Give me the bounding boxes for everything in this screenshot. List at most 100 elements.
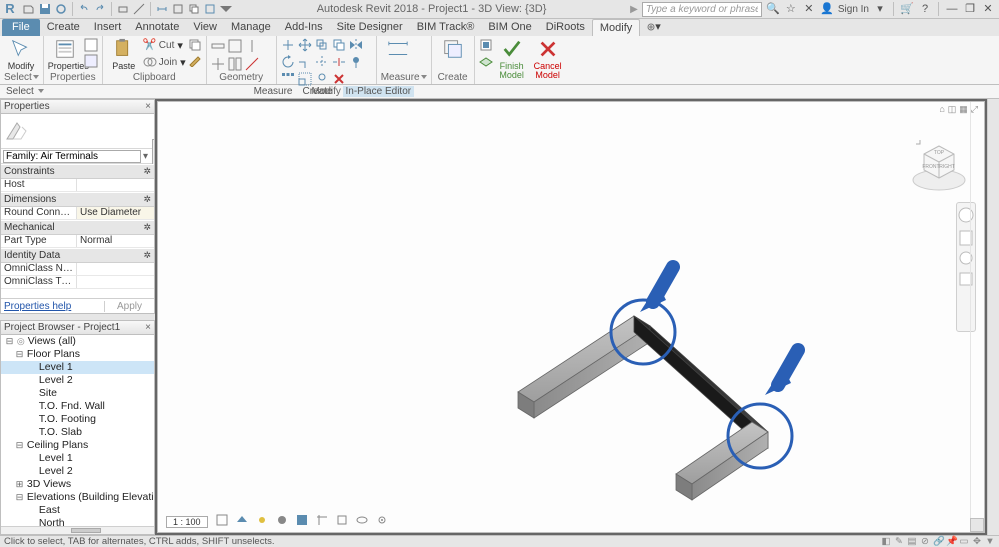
prop-row[interactable]: OmniClass Title — [1, 276, 154, 289]
tree-node[interactable]: T.O. Slab — [1, 426, 154, 439]
search-input[interactable] — [642, 2, 762, 17]
tab-manage[interactable]: Manage — [224, 19, 278, 36]
wall-join-icon[interactable] — [211, 57, 225, 71]
demolish-icon[interactable] — [245, 57, 259, 71]
tab-bimtrack[interactable]: BIM Track® — [410, 19, 482, 36]
qat-measure-icon[interactable] — [132, 2, 146, 16]
prop-group[interactable]: Identity Data✲ — [1, 248, 154, 263]
minimize-icon[interactable]: — — [945, 2, 959, 16]
split-element-icon[interactable] — [332, 55, 346, 69]
properties-apply-button[interactable]: Apply — [104, 301, 154, 312]
canvas-vscrollbar[interactable] — [970, 102, 984, 518]
signin-drop-icon[interactable]: ▾ — [873, 2, 887, 16]
prop-group[interactable]: Constraints✲ — [1, 164, 154, 179]
tab-bimone[interactable]: BIM One — [481, 19, 538, 36]
prop-row[interactable]: Part TypeNormal — [1, 235, 154, 248]
qat-thin-icon[interactable] — [171, 2, 185, 16]
viewcube[interactable]: TOP FRONT RIGHT — [908, 132, 970, 194]
tree-node[interactable]: Level 1 — [1, 361, 154, 374]
qat-drop-icon[interactable] — [219, 2, 233, 16]
tab-diroots[interactable]: DiRoots — [539, 19, 592, 36]
visibility-icon[interactable] — [479, 38, 493, 52]
cancel-model-button[interactable]: Cancel Model — [531, 37, 565, 80]
uncope-icon[interactable] — [228, 39, 242, 53]
tab-sitedesigner[interactable]: Site Designer — [330, 19, 410, 36]
close-icon[interactable]: ✕ — [981, 2, 995, 16]
prop-row[interactable]: Host — [1, 179, 154, 192]
qat-undo-icon[interactable] — [77, 2, 91, 16]
render-icon[interactable] — [296, 514, 308, 529]
beam-join-icon[interactable] — [228, 57, 242, 71]
tree-node[interactable]: Level 2 — [1, 374, 154, 387]
tab-addins[interactable]: Add-Ins — [278, 19, 330, 36]
tree-node[interactable]: North — [1, 517, 154, 526]
family-types-icon[interactable] — [84, 54, 98, 68]
qat-dims-icon[interactable] — [155, 2, 169, 16]
tree-node[interactable]: East — [1, 504, 154, 517]
split-icon[interactable] — [245, 39, 259, 53]
exchange-icon[interactable]: ✕ — [802, 2, 816, 16]
workplane-icon[interactable] — [479, 53, 493, 67]
search-go-icon[interactable]: 🔍 — [766, 2, 780, 16]
tree-node[interactable]: ⊟ Floor Plans — [1, 348, 154, 361]
join-button[interactable]: Join▾ — [143, 55, 186, 69]
prop-row[interactable]: Round Connector Dim…Use Diameter — [1, 207, 154, 220]
status-design-options-icon[interactable]: ▤ — [907, 536, 917, 547]
status-worksets-icon[interactable]: ◧ — [881, 536, 891, 547]
pin-icon[interactable] — [349, 55, 363, 69]
match-icon[interactable] — [188, 53, 202, 67]
modify-button[interactable]: Modify — [4, 37, 38, 71]
cope-icon[interactable] — [211, 39, 225, 53]
view-cascade-icon[interactable]: ▦ — [959, 104, 968, 115]
trim-icon[interactable] — [298, 55, 312, 69]
temp-hide-icon[interactable] — [356, 514, 368, 529]
delete-icon[interactable] — [332, 72, 346, 86]
qat-save-icon[interactable] — [38, 2, 52, 16]
tab-annotate[interactable]: Annotate — [128, 19, 186, 36]
cut-button[interactable]: ✂️Cut▾ — [143, 38, 186, 52]
status-drag-icon[interactable]: ✥ — [972, 536, 982, 547]
visual-style-icon[interactable] — [236, 514, 248, 529]
tree-node[interactable]: Site — [1, 387, 154, 400]
qat-redo-icon[interactable] — [93, 2, 107, 16]
tree-node[interactable]: Level 1 — [1, 452, 154, 465]
qat-sync-icon[interactable] — [54, 2, 68, 16]
restore-icon[interactable]: ❐ — [963, 2, 977, 16]
trim-ext-icon[interactable] — [315, 55, 329, 69]
qat-print-icon[interactable] — [116, 2, 130, 16]
finish-model-button[interactable]: Finish Model — [495, 37, 529, 80]
status-editable-icon[interactable]: ✎ — [894, 536, 904, 547]
view-tile-icon[interactable]: ◫ — [948, 104, 957, 115]
status-excluded-icon[interactable]: ⊘ — [920, 536, 930, 547]
drawing-canvas[interactable]: ⌂ ◫ ▦ ⤢ TOP FRONT RIGHT — [157, 101, 985, 533]
project-browser-title[interactable]: Project Browser - Project1 × — [0, 320, 155, 335]
properties-button[interactable]: Properties — [48, 37, 82, 71]
project-browser-close-icon[interactable]: × — [145, 322, 151, 333]
scale-icon[interactable] — [298, 72, 312, 86]
copy-icon[interactable] — [188, 38, 202, 52]
signin-icon[interactable]: 👤 — [820, 2, 834, 16]
tree-node[interactable]: ⊟ Ceiling Plans — [1, 439, 154, 452]
crop-visible-icon[interactable] — [336, 514, 348, 529]
detail-level-icon[interactable] — [216, 514, 228, 529]
status-filter-icon[interactable]: ▼ — [985, 536, 995, 547]
tab-create[interactable]: Create — [40, 19, 87, 36]
array-icon[interactable] — [281, 72, 295, 86]
prop-group[interactable]: Dimensions✲ — [1, 192, 154, 207]
status-select-face-icon[interactable]: ▭ — [959, 536, 969, 547]
tab-modify[interactable]: Modify — [592, 19, 640, 36]
copy-tool-icon[interactable] — [332, 38, 346, 52]
sun-path-icon[interactable] — [256, 514, 268, 529]
tree-node[interactable]: ⊟ Elevations (Building Elevation) — [1, 491, 154, 504]
tab-view[interactable]: View — [186, 19, 224, 36]
tree-node[interactable]: ⊟ ◎ Views (all) — [1, 335, 154, 348]
tab-file[interactable]: File — [2, 19, 40, 36]
paste-button[interactable]: Paste — [107, 37, 141, 71]
help-icon[interactable]: ? — [918, 2, 932, 16]
tab-expand-icon[interactable]: ▾ — [640, 19, 668, 36]
app-logo[interactable]: R — [2, 1, 18, 17]
view-scale[interactable]: 1 : 100 — [166, 516, 208, 528]
offset-icon[interactable] — [315, 38, 329, 52]
tab-insert[interactable]: Insert — [87, 19, 129, 36]
type-props-icon[interactable] — [84, 38, 98, 52]
